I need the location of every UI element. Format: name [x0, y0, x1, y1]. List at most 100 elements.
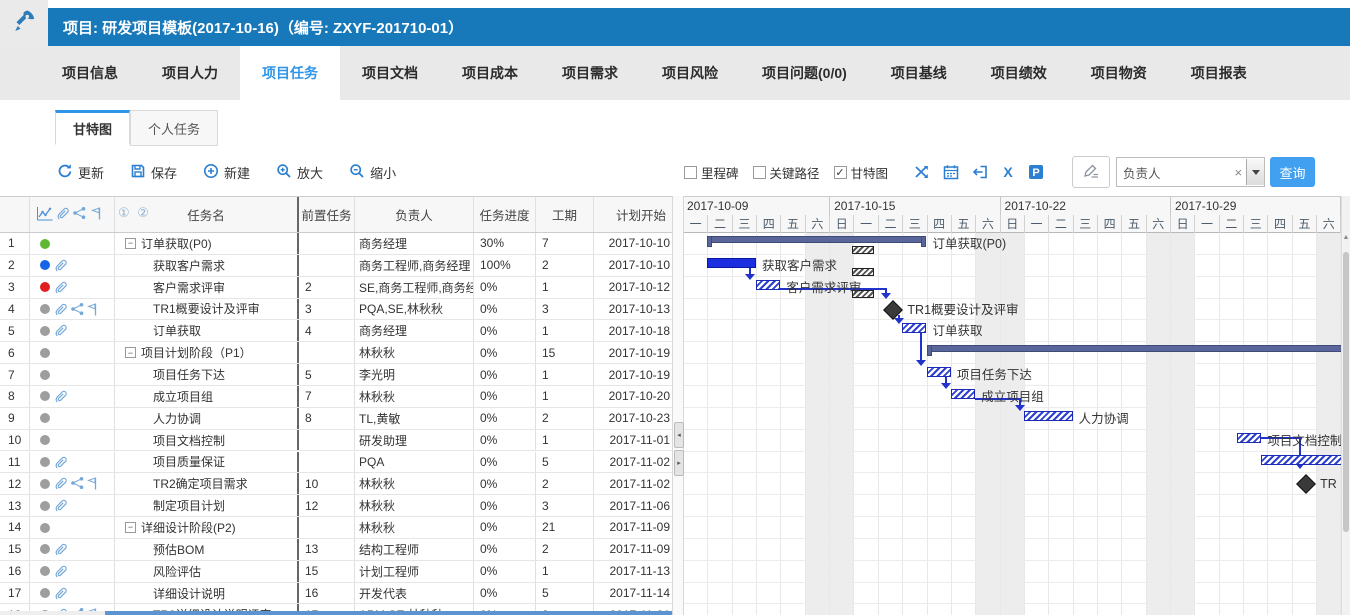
main-tab[interactable]: 项目文档 — [340, 46, 440, 100]
gantt-summary-bar[interactable] — [927, 345, 1342, 352]
task-name-cell[interactable]: TR1概要设计及评审 — [115, 299, 299, 320]
progress-cell[interactable]: 0% — [474, 452, 536, 473]
table-row[interactable]: 11项目质量保证PQA0%52017-11-02 — [0, 452, 672, 474]
checkbox-icon[interactable] — [753, 166, 766, 179]
plan-start-cell[interactable]: 2017-11-09 — [594, 539, 672, 560]
duration-cell[interactable]: 2 — [536, 255, 594, 276]
duration-cell[interactable]: 2 — [536, 473, 594, 494]
duration-cell[interactable]: 2 — [536, 539, 594, 560]
col-predecessor[interactable]: 前置任务 — [299, 197, 355, 232]
excel-icon[interactable]: X — [1001, 164, 1015, 180]
gantt-task-bar[interactable] — [902, 323, 926, 333]
table-row[interactable]: 3客户需求评审2SE,商务工程师,商务经理0%12017-10-12 — [0, 277, 672, 299]
progress-cell[interactable]: 0% — [474, 561, 536, 582]
col-task-name[interactable]: ① ②任务名 — [115, 197, 299, 232]
collapse-right-handle[interactable]: ▸ — [674, 450, 684, 476]
plan-start-cell[interactable]: 2017-11-13 — [594, 561, 672, 582]
paperclip-icon[interactable] — [54, 455, 67, 473]
plan-start-cell[interactable]: 2017-10-23 — [594, 408, 672, 429]
predecessor-cell[interactable]: 2 — [299, 277, 355, 298]
paperclip-icon[interactable] — [54, 302, 67, 320]
plan-start-cell[interactable]: 2017-11-02 — [594, 473, 672, 494]
horizontal-scrollbar[interactable] — [0, 611, 672, 615]
duration-cell[interactable]: 2 — [536, 408, 594, 429]
checkbox-unchecked[interactable]: 关键路径 — [753, 163, 820, 182]
collapse-left-handle[interactable]: ◂ — [674, 422, 684, 448]
calendar-icon[interactable] — [943, 164, 959, 180]
task-name-cell[interactable]: 成立项目组 — [115, 386, 299, 407]
owner-cell[interactable]: 林秋秋 — [355, 473, 474, 494]
task-name-cell[interactable]: −订单获取(P0) — [115, 233, 299, 254]
progress-cell[interactable]: 0% — [474, 386, 536, 407]
paperclip-icon[interactable] — [54, 323, 67, 341]
col-owner[interactable]: 负责人 — [355, 197, 474, 232]
main-tab[interactable]: 项目人力 — [140, 46, 240, 100]
predecessor-cell[interactable] — [299, 430, 355, 451]
duration-cell[interactable]: 21 — [536, 517, 594, 538]
table-row[interactable]: 14−详细设计阶段(P2)林秋秋0%212017-11-09 — [0, 517, 672, 539]
table-row[interactable]: 16风险评估15计划工程师0%12017-11-13 — [0, 561, 672, 583]
predecessor-cell[interactable]: 12 — [299, 495, 355, 516]
task-name-cell[interactable]: 获取客户需求 — [115, 255, 299, 276]
duration-cell[interactable]: 1 — [536, 277, 594, 298]
owner-cell[interactable]: 林秋秋 — [355, 386, 474, 407]
table-row[interactable]: 8成立项目组7林秋秋0%12017-10-20 — [0, 386, 672, 408]
predecessor-cell[interactable]: 5 — [299, 364, 355, 385]
task-name-cell[interactable]: −项目计划阶段（P1） — [115, 342, 299, 363]
share-icon[interactable] — [70, 302, 85, 319]
duration-cell[interactable]: 15 — [536, 342, 594, 363]
predecessor-cell[interactable]: 13 — [299, 539, 355, 560]
plan-start-cell[interactable]: 2017-10-10 — [594, 255, 672, 276]
main-tab[interactable]: 项目绩效 — [969, 46, 1069, 100]
table-row[interactable]: 9人力协调8TL,黄敏0%22017-10-23 — [0, 408, 672, 430]
duration-cell[interactable]: 1 — [536, 430, 594, 451]
table-row[interactable]: 10项目文档控制研发助理0%12017-11-01 — [0, 430, 672, 452]
main-tab[interactable]: 项目报表 — [1169, 46, 1269, 100]
collapse-toggle-icon[interactable]: − — [125, 522, 136, 533]
task-name-cell[interactable]: 详细设计说明 — [115, 583, 299, 604]
plan-start-cell[interactable]: 2017-10-13 — [594, 299, 672, 320]
predecessor-cell[interactable]: 10 — [299, 473, 355, 494]
plan-start-cell[interactable]: 2017-11-09 — [594, 517, 672, 538]
checkbox-icon[interactable]: ✓ — [834, 166, 847, 179]
progress-cell[interactable]: 0% — [474, 342, 536, 363]
paperclip-icon[interactable] — [54, 389, 67, 407]
vertical-scrollbar[interactable]: ▲ — [1341, 196, 1350, 615]
duration-cell[interactable]: 3 — [536, 495, 594, 516]
owner-cell[interactable]: TL,黄敏 — [355, 408, 474, 429]
collapse-toggle-icon[interactable]: − — [125, 347, 136, 358]
progress-cell[interactable]: 0% — [474, 495, 536, 516]
table-row[interactable]: 7项目任务下达5李光明0%12017-10-19 — [0, 364, 672, 386]
owner-cell[interactable]: 开发代表 — [355, 583, 474, 604]
zoomout-button[interactable]: 缩小 — [349, 163, 396, 182]
owner-cell[interactable]: 林秋秋 — [355, 342, 474, 363]
owner-cell[interactable]: 商务经理 — [355, 320, 474, 341]
predecessor-cell[interactable]: 4 — [299, 320, 355, 341]
gantt-summary-bar[interactable] — [707, 236, 926, 243]
main-tab[interactable]: 项目成本 — [440, 46, 540, 100]
progress-cell[interactable]: 0% — [474, 583, 536, 604]
owner-cell[interactable]: SE,商务工程师,商务经理 — [355, 277, 474, 298]
share-icon[interactable] — [72, 206, 87, 223]
flag-icon[interactable] — [86, 302, 98, 320]
progress-cell[interactable]: 0% — [474, 539, 536, 560]
main-tab[interactable]: 项目基线 — [869, 46, 969, 100]
edit-filter-button[interactable] — [1072, 156, 1110, 188]
collapse-toggle-icon[interactable]: − — [125, 238, 136, 249]
share-icon[interactable] — [70, 476, 85, 493]
plan-start-cell[interactable]: 2017-11-14 — [594, 583, 672, 604]
export-icon[interactable] — [972, 164, 988, 180]
scroll-up-icon[interactable]: ▲ — [1342, 234, 1350, 241]
owner-cell[interactable]: PQA,SE,林秋秋 — [355, 299, 474, 320]
task-name-cell[interactable]: 预估BOM — [115, 539, 299, 560]
progress-cell[interactable]: 0% — [474, 277, 536, 298]
progress-cell[interactable]: 30% — [474, 233, 536, 254]
col-progress[interactable]: 任务进度 — [474, 197, 536, 232]
main-tab[interactable]: 项目任务 — [240, 46, 340, 100]
paperclip-icon[interactable] — [54, 586, 67, 604]
checkbox-icon[interactable] — [684, 166, 697, 179]
predecessor-cell[interactable] — [299, 517, 355, 538]
duration-cell[interactable]: 1 — [536, 364, 594, 385]
gantt-task-bar[interactable] — [951, 389, 975, 399]
horizontal-scrollbar-thumb[interactable] — [105, 611, 672, 615]
